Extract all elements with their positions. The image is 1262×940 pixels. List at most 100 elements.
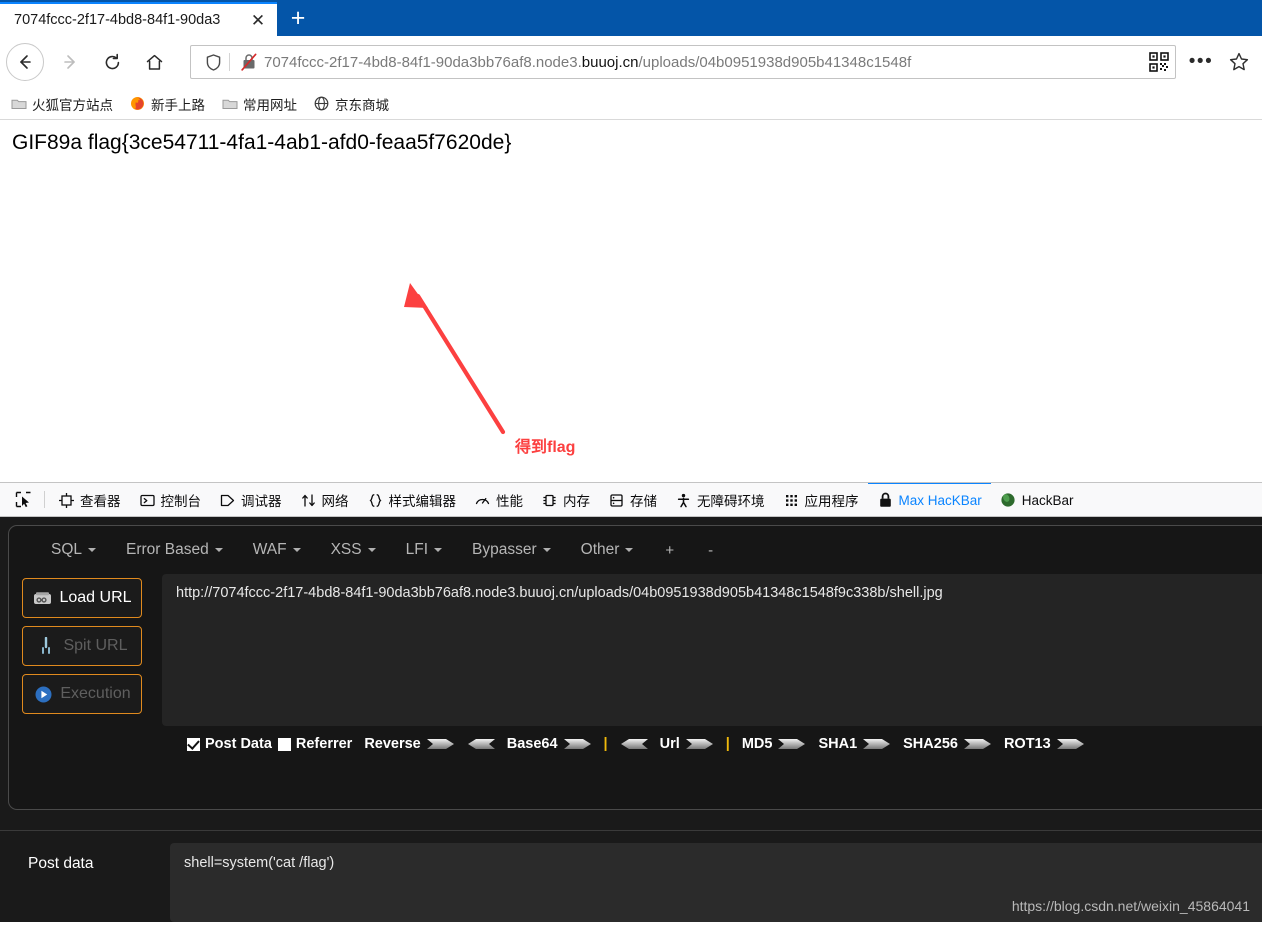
tab-label: 调试器 [241, 490, 282, 510]
execution-button[interactable]: Execution [22, 674, 142, 714]
encoder-url[interactable]: Url [660, 736, 680, 752]
decode-left-icon[interactable] [466, 737, 496, 751]
home-button[interactable] [134, 42, 174, 82]
post-data-label: Post Data [205, 736, 272, 752]
spit-url-button[interactable]: Spit URL [22, 626, 142, 666]
tab-hackbar[interactable]: HackBar [991, 482, 1083, 516]
encode-right-icon[interactable] [563, 737, 593, 751]
folder-icon [10, 96, 27, 111]
bookmark-label: 常用网址 [243, 94, 297, 114]
bookmark-item[interactable]: 新手上路 [129, 94, 205, 114]
menu-error-based[interactable]: Error Based [114, 536, 235, 564]
globe-icon [313, 96, 330, 111]
lock-icon [877, 492, 894, 509]
address-bar-divider [229, 53, 230, 71]
encoder-base64[interactable]: Base64 [507, 736, 558, 752]
back-button[interactable] [6, 43, 44, 81]
encode-right-icon[interactable] [685, 737, 715, 751]
button-label: Spit URL [63, 637, 127, 655]
menu-label: XSS [331, 541, 362, 559]
tab-memory[interactable]: 内存 [532, 482, 599, 516]
tab-accessibility[interactable]: 无障碍环境 [666, 482, 774, 516]
post-data-checkbox[interactable] [187, 738, 200, 751]
tab-label: 应用程序 [805, 490, 859, 510]
toolbar-divider [44, 491, 45, 508]
url-suffix: /uploads/04b0951938d905b41348c1548f [638, 54, 911, 71]
url-input[interactable]: http://7074fccc-2f17-4bd8-84f1-90da3bb76… [162, 574, 1262, 726]
menu-waf[interactable]: WAF [241, 536, 313, 564]
chevron-down-icon [625, 548, 633, 552]
encoder-sha1[interactable]: SHA1 [818, 736, 857, 752]
encoder-rot13[interactable]: ROT13 [1004, 736, 1051, 752]
chevron-down-icon [434, 548, 442, 552]
chevron-down-icon [293, 548, 301, 552]
bookmark-star-icon[interactable] [1222, 42, 1256, 82]
encode-right-icon[interactable] [862, 737, 892, 751]
storage-icon [608, 492, 625, 509]
bookmark-item[interactable]: 常用网址 [221, 94, 297, 114]
page-content: GIF89a flag{3ce54711-4fa1-4ab1-afd0-feaa… [0, 120, 1262, 482]
menu-other[interactable]: Other [569, 536, 646, 564]
hackbar-body: Load URL Spit URL Executio [9, 574, 1262, 726]
button-label: Execution [60, 685, 130, 703]
tab-label: 性能 [496, 490, 523, 510]
bookmark-item[interactable]: 京东商城 [313, 94, 389, 114]
shield-icon[interactable] [201, 54, 225, 71]
element-picker-icon[interactable] [6, 483, 40, 516]
tab-label: 内存 [563, 490, 590, 510]
tab-inspector[interactable]: 查看器 [49, 482, 130, 516]
encoder-md5[interactable]: MD5 [742, 736, 773, 752]
address-bar[interactable]: 7074fccc-2f17-4bd8-84f1-90da3bb76af8.nod… [190, 45, 1176, 79]
tab-label: 网络 [322, 490, 349, 510]
encode-right-icon[interactable] [426, 737, 456, 751]
load-url-icon [32, 588, 52, 608]
browser-window: 7074fccc-2f17-4bd8-84f1-90da3 ✕ + [0, 0, 1262, 922]
tab-storage[interactable]: 存储 [599, 482, 666, 516]
bookmark-label: 京东商城 [335, 94, 389, 114]
encode-right-icon[interactable] [777, 737, 807, 751]
menu-xss[interactable]: XSS [319, 536, 388, 564]
tab-console[interactable]: 控制台 [130, 482, 211, 516]
post-data-row: Post data shell=system('cat /flag') http… [0, 830, 1262, 922]
browser-tab[interactable]: 7074fccc-2f17-4bd8-84f1-90da3 ✕ [0, 2, 277, 36]
memory-icon [541, 492, 558, 509]
folder-icon [221, 96, 238, 111]
post-data-input[interactable]: shell=system('cat /flag') https://blog.c… [170, 843, 1262, 922]
page-actions-menu-icon[interactable]: ••• [1182, 42, 1220, 82]
close-icon[interactable]: ✕ [245, 7, 271, 33]
tab-max-hackbar[interactable]: Max HacKBar [868, 482, 991, 516]
tab-network[interactable]: 网络 [291, 482, 358, 516]
address-bar-text: 7074fccc-2f17-4bd8-84f1-90da3bb76af8.nod… [260, 54, 1145, 71]
menu-bypasser[interactable]: Bypasser [460, 536, 563, 564]
encode-right-icon[interactable] [1056, 737, 1086, 751]
remove-tab-button[interactable]: - [694, 537, 727, 564]
referrer-checkbox[interactable] [278, 738, 291, 751]
split-url-icon [36, 636, 56, 656]
new-tab-button[interactable]: + [277, 2, 319, 36]
qr-code-icon[interactable] [1145, 48, 1173, 76]
tab-application[interactable]: 应用程序 [774, 482, 868, 516]
tab-style-editor[interactable]: 样式编辑器 [358, 482, 466, 516]
add-tab-button[interactable]: + [651, 537, 688, 564]
decode-left-icon[interactable] [619, 737, 649, 751]
arrow-right-icon [61, 53, 79, 71]
menu-label: SQL [51, 541, 82, 559]
load-url-button[interactable]: Load URL [22, 578, 142, 618]
menu-lfi[interactable]: LFI [394, 536, 454, 564]
bookmarks-bar: 火狐官方站点 新手上路 常用网址 [0, 88, 1262, 120]
devtools-panel: 查看器 控制台 调试器 网络 [0, 482, 1262, 922]
reload-button[interactable] [92, 42, 132, 82]
bookmark-item[interactable]: 火狐官方站点 [10, 94, 113, 114]
post-data-value: shell=system('cat /flag') [184, 855, 334, 871]
tab-performance[interactable]: 性能 [465, 482, 532, 516]
tab-debugger[interactable]: 调试器 [210, 482, 291, 516]
url-prefix: 7074fccc-2f17-4bd8-84f1-90da3bb76af8.nod… [264, 54, 582, 71]
encoder-sha256[interactable]: SHA256 [903, 736, 958, 752]
menu-sql[interactable]: SQL [39, 536, 108, 564]
referrer-label: Referrer [296, 736, 352, 752]
forward-button[interactable] [50, 42, 90, 82]
encoder-reverse[interactable]: Reverse [364, 736, 420, 752]
broken-lock-icon[interactable] [238, 53, 260, 71]
separator-pipe: | [604, 736, 608, 752]
encode-right-icon[interactable] [963, 737, 993, 751]
